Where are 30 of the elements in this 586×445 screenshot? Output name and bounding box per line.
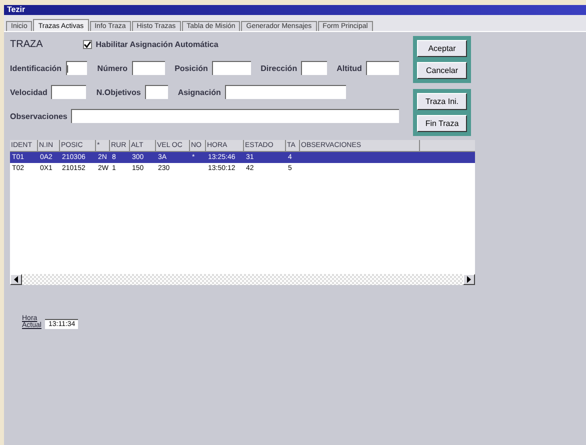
field-label: Velocidad bbox=[10, 88, 48, 96]
field-label: Observaciones bbox=[10, 112, 68, 120]
scroll-left-button[interactable] bbox=[10, 274, 22, 285]
field-label: N.Objetivos bbox=[96, 88, 141, 96]
form-heading: TRAZA bbox=[10, 38, 43, 50]
input-field[interactable] bbox=[212, 61, 251, 75]
field-label: Dirección bbox=[260, 64, 298, 72]
field-label: Altitud bbox=[336, 64, 362, 72]
field-label: Identificación bbox=[10, 64, 62, 72]
input-field[interactable] bbox=[51, 85, 86, 99]
scroll-right-button[interactable] bbox=[463, 274, 475, 285]
input-field[interactable] bbox=[144, 85, 168, 99]
action-button[interactable]: Traza Ini. bbox=[417, 93, 467, 110]
input-field[interactable] bbox=[301, 61, 327, 75]
action-button[interactable]: Aceptar bbox=[417, 40, 467, 57]
field-label: Posición bbox=[174, 64, 208, 72]
input-field[interactable] bbox=[71, 109, 399, 123]
field-label: Asignación bbox=[178, 88, 221, 96]
right-arrow-icon bbox=[466, 276, 472, 283]
input-field[interactable]: | bbox=[66, 61, 88, 75]
action-button[interactable]: Fin Traza bbox=[417, 115, 467, 132]
checkmark-icon bbox=[84, 40, 91, 48]
window-title: Tezir bbox=[7, 5, 26, 14]
left-arrow-icon bbox=[13, 276, 19, 283]
checkbox[interactable]: Habilitar Asignación Automática bbox=[82, 40, 218, 48]
input-field[interactable] bbox=[366, 61, 399, 75]
input-field[interactable] bbox=[132, 61, 165, 75]
field-label: Número bbox=[97, 64, 128, 72]
input-field[interactable] bbox=[224, 85, 346, 99]
action-button[interactable]: Cancelar bbox=[417, 62, 467, 79]
